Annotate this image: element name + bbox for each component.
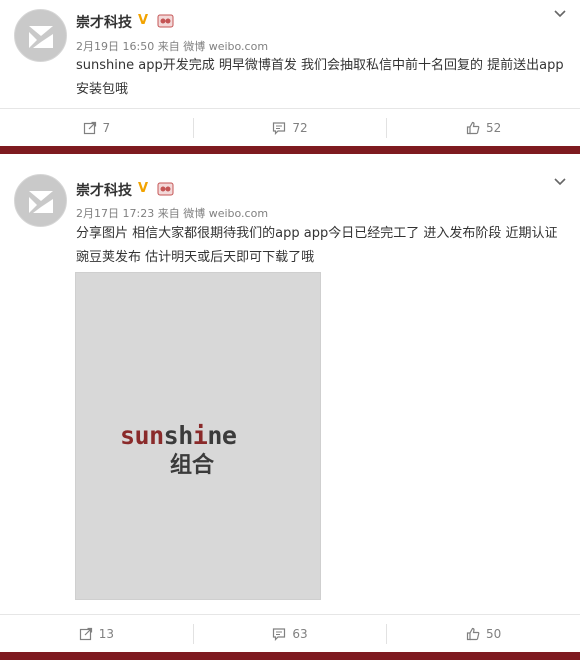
comment-button[interactable]: 63 xyxy=(194,627,387,641)
image-logo-cn: 组合 xyxy=(170,453,215,478)
logo-prefix: sun xyxy=(120,421,164,450)
verified-badge: V xyxy=(138,181,149,196)
post-meta: 2月17日 17:23 来自 微博 weibo.com xyxy=(76,205,268,221)
post-source[interactable]: 微博 weibo.com xyxy=(183,40,268,53)
author-name[interactable]: 崇才科技 xyxy=(76,12,132,32)
post-source[interactable]: 微博 weibo.com xyxy=(183,207,268,220)
comment-icon xyxy=(273,122,286,135)
logo-accent: i xyxy=(192,421,208,450)
like-count: 50 xyxy=(486,627,502,641)
post-text: sunshine app开发完成 明早微博首发 我们会抽取私信中前十名回复的 提… xyxy=(76,58,564,97)
post-time[interactable]: 2月17日 17:23 xyxy=(76,207,154,220)
chevron-down-icon[interactable] xyxy=(552,174,568,190)
like-count: 52 xyxy=(486,121,502,135)
weibo-post-1: 崇才科技 V 2月19日 16:50 来自 微博 weibo.com sunsh… xyxy=(0,0,580,146)
source-prefix: 来自 xyxy=(157,207,180,220)
like-button[interactable]: 52 xyxy=(387,121,580,135)
avatar-logo-icon xyxy=(28,25,53,48)
post-divider xyxy=(0,146,580,154)
repost-count: 13 xyxy=(98,627,114,641)
logo-mid: sh xyxy=(163,421,194,450)
author-name[interactable]: 崇才科技 xyxy=(76,180,132,200)
logo-suffix: ne xyxy=(207,421,237,450)
like-icon xyxy=(466,627,480,641)
chevron-down-icon[interactable] xyxy=(552,6,568,22)
comment-button[interactable]: 72 xyxy=(194,121,387,135)
image-logo-text: sunshine xyxy=(120,421,237,450)
repost-icon xyxy=(83,121,96,135)
post-time[interactable]: 2月19日 16:50 xyxy=(76,40,154,53)
avatar-logo-icon xyxy=(28,190,53,213)
post-text: 分享图片 相信大家都很期待我们的app app今日已经完工了 进入发布阶段 近期… xyxy=(76,226,558,265)
post-divider xyxy=(0,652,580,660)
like-button[interactable]: 50 xyxy=(387,627,580,641)
action-bar: 7 72 52 xyxy=(0,108,580,147)
repost-button[interactable]: 13 xyxy=(0,627,193,641)
source-prefix: 来自 xyxy=(157,40,180,53)
comment-count: 63 xyxy=(292,627,308,641)
avatar[interactable] xyxy=(14,174,67,227)
comment-count: 72 xyxy=(292,121,308,135)
avatar[interactable] xyxy=(14,9,67,62)
member-badge-icon xyxy=(157,182,174,196)
repost-count: 7 xyxy=(102,121,111,135)
repost-button[interactable]: 7 xyxy=(0,121,193,135)
member-badge-icon xyxy=(157,14,174,28)
action-bar: 13 63 50 xyxy=(0,614,580,653)
comment-icon xyxy=(273,628,286,641)
repost-icon xyxy=(79,627,92,641)
like-icon xyxy=(466,121,480,135)
verified-badge: V xyxy=(138,13,149,28)
weibo-post-2: 崇才科技 V 2月17日 17:23 来自 微博 weibo.com 分享图片 … xyxy=(0,154,580,652)
post-image[interactable]: sunshine 组合 xyxy=(75,272,321,600)
post-meta: 2月19日 16:50 来自 微博 weibo.com xyxy=(76,38,268,54)
